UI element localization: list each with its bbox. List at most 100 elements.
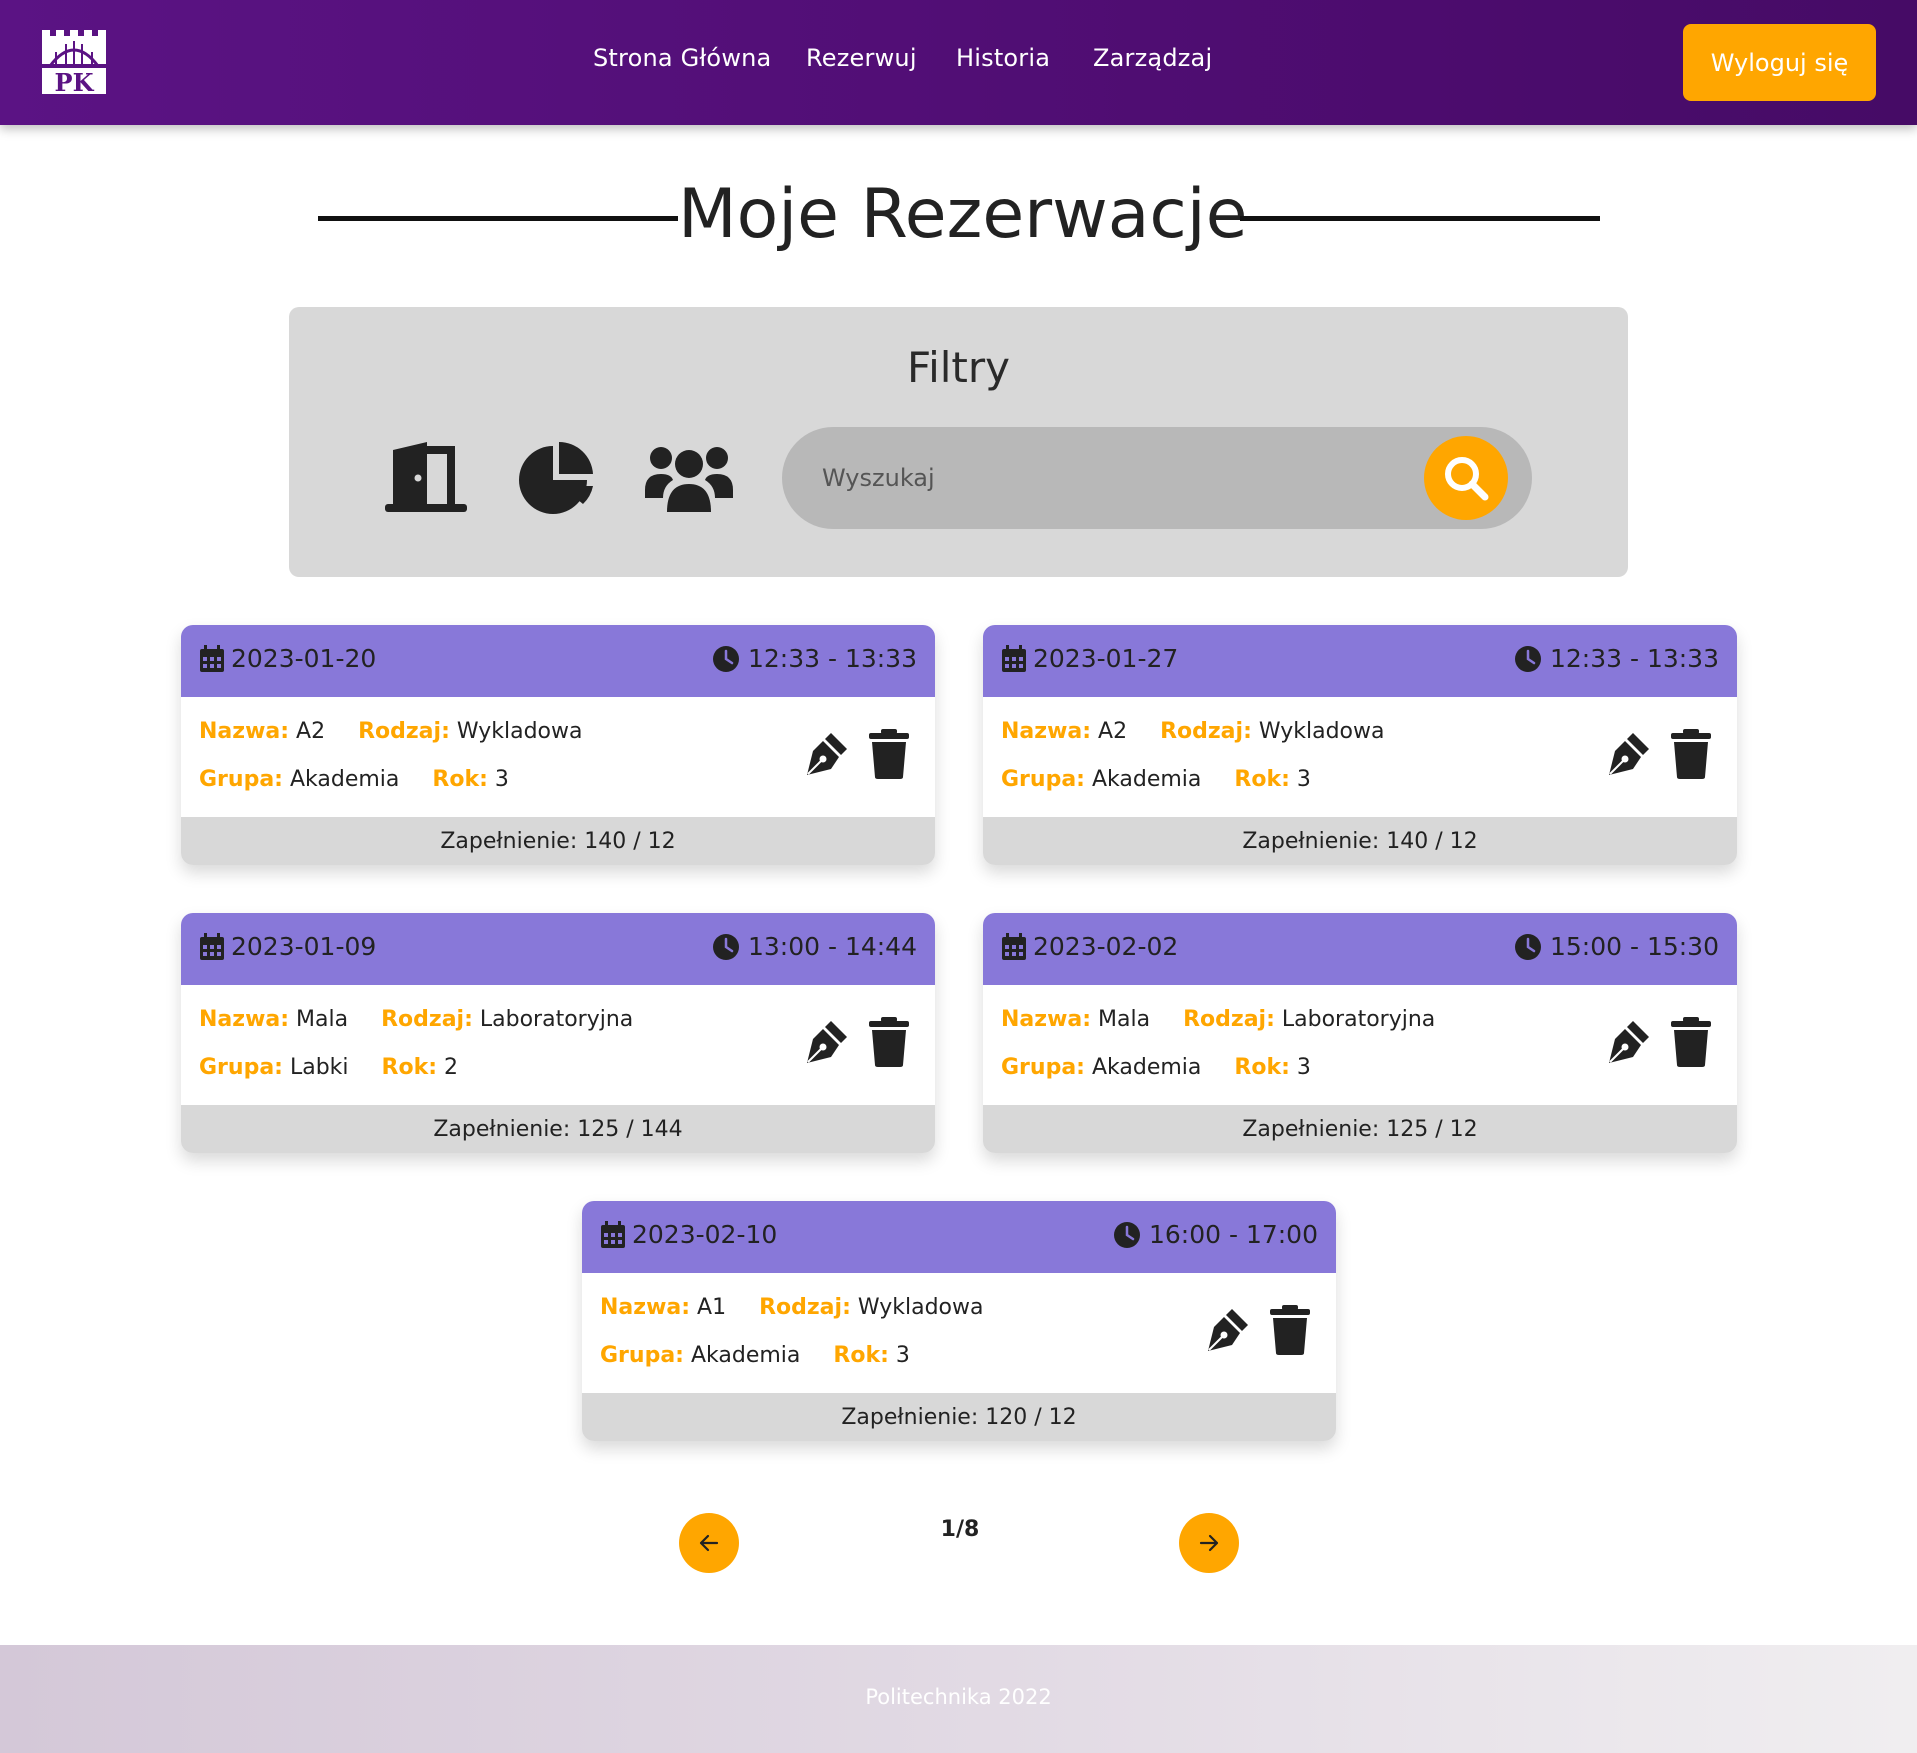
label-name: Nazwa: xyxy=(600,1295,691,1320)
card-date: 2023-02-02 xyxy=(1001,932,1178,961)
page-indicator: 1/8 xyxy=(940,1517,980,1542)
label-type: Rodzaj: xyxy=(759,1295,851,1320)
nav-item-home[interactable]: Strona Główna xyxy=(593,44,771,72)
page-footer: Politechnika 2022 xyxy=(0,1645,1917,1753)
card-time: 12:33 - 13:33 xyxy=(1514,644,1719,673)
card-header: 2023-01-20 12:33 - 13:33 xyxy=(181,625,935,697)
label-group: Grupa: xyxy=(600,1343,684,1368)
card-date-text: 2023-01-27 xyxy=(1033,644,1179,673)
edit-pen-icon[interactable] xyxy=(801,729,851,783)
label-type: Rodzaj: xyxy=(1183,1007,1275,1032)
value-type: Wykladowa xyxy=(456,719,583,744)
reservation-card: 2023-02-10 16:00 - 17:00 Nazwa: A1 Rodza… xyxy=(582,1201,1336,1441)
card-time-text: 15:00 - 15:30 xyxy=(1549,932,1719,961)
card-occupancy: Zapełnienie: 120 / 12 xyxy=(582,1393,1336,1441)
card-body: Nazwa: Mala Rodzaj: Laboratoryjna Grupa:… xyxy=(983,985,1737,1105)
card-occupancy: Zapełnienie: 140 / 12 xyxy=(181,817,935,865)
calendar-icon xyxy=(200,932,224,960)
edit-pen-icon[interactable] xyxy=(1202,1305,1252,1359)
label-name: Nazwa: xyxy=(1001,1007,1092,1032)
label-group: Grupa: xyxy=(199,1055,283,1080)
clock-icon xyxy=(1514,933,1541,960)
card-row-1: Nazwa: A1 Rodzaj: Wykladowa xyxy=(600,1295,1010,1320)
card-time-text: 12:33 - 13:33 xyxy=(747,644,917,673)
card-date: 2023-01-20 xyxy=(199,644,376,673)
value-year: 3 xyxy=(1296,1055,1311,1080)
nav-item-reserve[interactable]: Rezerwuj xyxy=(806,44,917,72)
delete-trash-icon[interactable] xyxy=(867,729,911,783)
label-group: Grupa: xyxy=(1001,767,1085,792)
value-type: Laboratoryjna xyxy=(1281,1007,1436,1032)
card-date: 2023-01-09 xyxy=(199,932,376,961)
value-year: 3 xyxy=(895,1343,910,1368)
value-group: Akademia xyxy=(690,1343,801,1368)
calendar-icon xyxy=(1002,644,1026,672)
card-time: 15:00 - 15:30 xyxy=(1514,932,1719,961)
reservation-card: 2023-02-02 15:00 - 15:30 Nazwa: Mala Rod… xyxy=(983,913,1737,1153)
filters-panel: Filtry xyxy=(289,307,1628,577)
edit-pen-icon[interactable] xyxy=(801,1017,851,1071)
main-nav: Strona Główna Rezerwuj Historia Zarządza… xyxy=(0,0,1917,125)
reservation-card: 2023-01-09 13:00 - 14:44 Nazwa: Mala Rod… xyxy=(181,913,935,1153)
footer-text: Politechnika 2022 xyxy=(865,1685,1052,1709)
card-body: Nazwa: A1 Rodzaj: Wykladowa Grupa: Akade… xyxy=(582,1273,1336,1393)
value-group: Akademia xyxy=(1091,1055,1202,1080)
clock-icon xyxy=(1514,645,1541,672)
value-group: Akademia xyxy=(1091,767,1202,792)
delete-trash-icon[interactable] xyxy=(1268,1305,1312,1359)
search-button[interactable] xyxy=(1424,436,1508,520)
card-time: 16:00 - 17:00 xyxy=(1113,1220,1318,1249)
card-row-2: Grupa: Akademia Rok: 3 xyxy=(199,767,535,792)
door-icon[interactable] xyxy=(385,440,467,518)
card-row-1: Nazwa: Mala Rodzaj: Laboratoryjna xyxy=(199,1007,659,1032)
nav-item-manage[interactable]: Zarządzaj xyxy=(1093,44,1212,72)
card-row-2: Grupa: Akademia Rok: 3 xyxy=(600,1343,936,1368)
arrow-right-icon xyxy=(1199,1534,1219,1552)
label-year: Rok: xyxy=(1234,1055,1290,1080)
edit-pen-icon[interactable] xyxy=(1603,1017,1653,1071)
delete-trash-icon[interactable] xyxy=(1669,729,1713,783)
users-icon[interactable] xyxy=(643,440,735,518)
label-type: Rodzaj: xyxy=(1160,719,1252,744)
delete-trash-icon[interactable] xyxy=(867,1017,911,1071)
reservation-card: 2023-01-20 12:33 - 13:33 Nazwa: A2 Rodza… xyxy=(181,625,935,865)
edit-pen-icon[interactable] xyxy=(1603,729,1653,783)
card-body: Nazwa: A2 Rodzaj: Wykladowa Grupa: Akade… xyxy=(983,697,1737,817)
pie-chart-icon[interactable] xyxy=(517,440,595,518)
next-page-button[interactable] xyxy=(1179,1513,1239,1573)
card-body: Nazwa: A2 Rodzaj: Wykladowa Grupa: Akade… xyxy=(181,697,935,817)
card-header: 2023-01-27 12:33 - 13:33 xyxy=(983,625,1737,697)
card-body: Nazwa: Mala Rodzaj: Laboratoryjna Grupa:… xyxy=(181,985,935,1105)
value-year: 2 xyxy=(444,1055,459,1080)
card-header: 2023-02-10 16:00 - 17:00 xyxy=(582,1201,1336,1273)
card-row-1: Nazwa: A2 Rodzaj: Wykladowa xyxy=(1001,719,1411,744)
card-header: 2023-01-09 13:00 - 14:44 xyxy=(181,913,935,985)
value-name: Mala xyxy=(1098,1007,1151,1032)
value-name: Mala xyxy=(296,1007,349,1032)
logout-button[interactable]: Wyloguj się xyxy=(1683,24,1876,101)
label-group: Grupa: xyxy=(1001,1055,1085,1080)
label-year: Rok: xyxy=(432,767,488,792)
label-name: Nazwa: xyxy=(199,719,290,744)
prev-page-button[interactable] xyxy=(679,1513,739,1573)
card-date-text: 2023-01-20 xyxy=(231,644,377,673)
card-occupancy: Zapełnienie: 125 / 12 xyxy=(983,1105,1737,1153)
nav-item-history[interactable]: Historia xyxy=(956,44,1050,72)
search-input[interactable] xyxy=(822,451,1412,505)
value-type: Wykladowa xyxy=(857,1295,984,1320)
card-row-2: Grupa: Labki Rok: 2 xyxy=(199,1055,484,1080)
card-occupancy: Zapełnienie: 125 / 144 xyxy=(181,1105,935,1153)
value-year: 3 xyxy=(494,767,509,792)
delete-trash-icon[interactable] xyxy=(1669,1017,1713,1071)
card-time-text: 12:33 - 13:33 xyxy=(1549,644,1719,673)
calendar-icon xyxy=(200,644,224,672)
label-year: Rok: xyxy=(833,1343,889,1368)
card-date-text: 2023-02-02 xyxy=(1033,932,1179,961)
value-name: A2 xyxy=(296,719,326,744)
arrow-left-icon xyxy=(699,1534,719,1552)
label-year: Rok: xyxy=(381,1055,438,1080)
value-year: 3 xyxy=(1296,767,1311,792)
value-type: Laboratoryjna xyxy=(479,1007,634,1032)
card-header: 2023-02-02 15:00 - 15:30 xyxy=(983,913,1737,985)
title-divider-right xyxy=(1240,216,1600,221)
